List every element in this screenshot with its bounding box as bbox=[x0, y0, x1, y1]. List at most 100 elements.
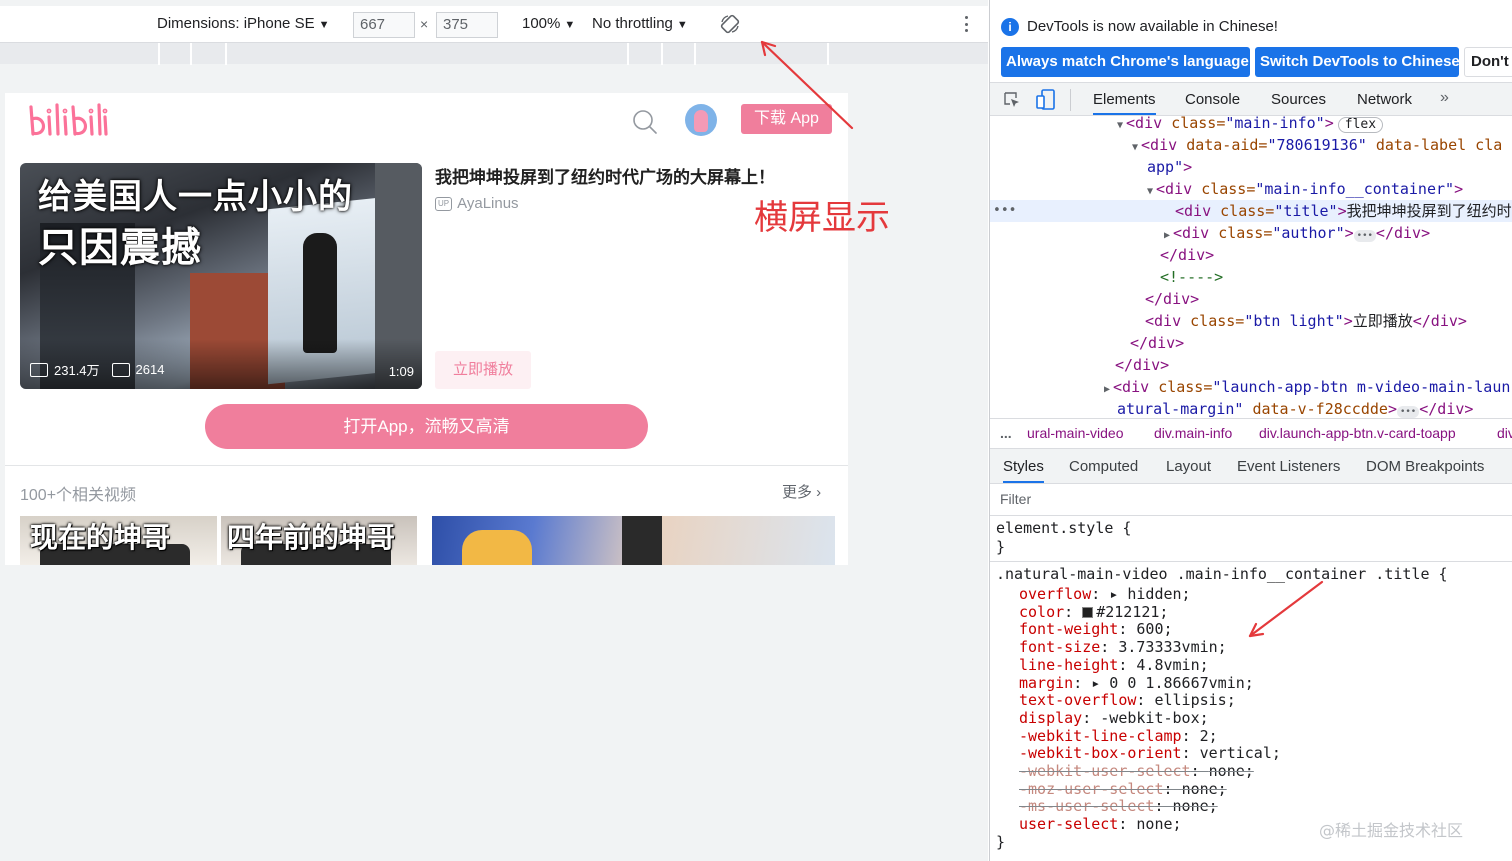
element-style-rule[interactable]: element.style { bbox=[996, 519, 1512, 537]
switch-to-chinese-button[interactable]: Switch DevTools to Chinese bbox=[1255, 47, 1460, 77]
related-video-thumbnail[interactable]: 四年前的坤哥 bbox=[221, 516, 417, 565]
throttling-select[interactable]: No throttling ▼ bbox=[592, 15, 688, 32]
css-declaration[interactable]: margin: ▸ 0 0 1.86667vmin; bbox=[1019, 674, 1512, 692]
related-video-thumbnail[interactable] bbox=[432, 516, 835, 565]
dom-node[interactable]: ▼ <div data-aid="780619136" data-label cl… bbox=[990, 134, 1512, 156]
color-swatch-icon[interactable] bbox=[1082, 606, 1094, 618]
css-property-value[interactable]: 2; bbox=[1200, 727, 1218, 745]
css-declaration[interactable]: text-overflow: ellipsis; bbox=[1019, 691, 1512, 709]
video-title[interactable]: 我把坤坤投屏到了纽约时代广场的大屏幕上！ bbox=[435, 163, 775, 188]
css-property-name[interactable]: overflow bbox=[1019, 585, 1091, 603]
more-link[interactable]: 更多 › bbox=[782, 481, 821, 502]
css-property-name[interactable]: -webkit-user-select bbox=[1019, 762, 1191, 780]
css-declaration[interactable]: -webkit-line-clamp: 2; bbox=[1019, 727, 1512, 745]
css-property-value[interactable]: 4.8vmin; bbox=[1136, 656, 1208, 674]
dom-node-close[interactable]: </div> bbox=[990, 354, 1512, 376]
play-now-button[interactable]: 立即播放 bbox=[435, 351, 531, 389]
open-app-button[interactable]: 打开App，流畅又高清 bbox=[205, 404, 648, 449]
zoom-select[interactable]: 100% ▼ bbox=[522, 15, 575, 32]
dom-node-close[interactable]: </div> bbox=[990, 332, 1512, 354]
css-property-name[interactable]: -webkit-box-orient bbox=[1019, 744, 1182, 762]
collapse-triangle-icon[interactable]: ▼ bbox=[1147, 186, 1153, 197]
css-property-value[interactable]: none; bbox=[1136, 815, 1181, 833]
css-property-value[interactable]: 600; bbox=[1136, 620, 1172, 638]
media-query-ruler[interactable] bbox=[0, 42, 988, 65]
collapse-triangle-icon[interactable]: ▼ bbox=[1132, 142, 1138, 153]
breadcrumb-item[interactable]: div.main-info bbox=[1154, 425, 1232, 441]
tab-console[interactable]: Console bbox=[1185, 91, 1240, 108]
download-app-button[interactable]: 下载 App bbox=[741, 104, 832, 134]
more-tabs-icon[interactable]: » bbox=[1440, 89, 1449, 107]
dom-node-selected[interactable]: ••• <div class="title">我把坤坤投屏到了纽约时 bbox=[990, 200, 1512, 222]
dom-node[interactable]: ▶ <div class="launch-app-btn m-video-main… bbox=[990, 376, 1512, 398]
tab-network[interactable]: Network bbox=[1357, 91, 1412, 108]
dom-node-close[interactable]: </div> bbox=[990, 288, 1512, 310]
video-thumbnail[interactable]: 给美国人一点小小的 只因震撼 231.4万 2614 1:09 bbox=[20, 163, 422, 389]
expand-triangle-icon[interactable]: ▶ bbox=[1164, 230, 1170, 241]
css-property-name[interactable]: font-weight bbox=[1019, 620, 1118, 638]
dom-node[interactable]: ▼ <div class="main-info"> flex bbox=[990, 116, 1512, 134]
css-declaration[interactable]: line-height: 4.8vmin; bbox=[1019, 656, 1512, 674]
dom-node-continuation[interactable]: app"> bbox=[990, 156, 1512, 178]
tab-elements[interactable]: Elements bbox=[1093, 91, 1156, 115]
css-property-value[interactable]: vertical; bbox=[1200, 744, 1281, 762]
css-declaration[interactable]: -webkit-box-orient: vertical; bbox=[1019, 744, 1512, 762]
dont-show-again-button[interactable]: Don't bbox=[1464, 47, 1512, 77]
rotate-icon[interactable] bbox=[720, 14, 740, 34]
css-property-value[interactable]: ▸ hidden; bbox=[1109, 585, 1190, 603]
dom-comment[interactable]: <!----> bbox=[990, 266, 1512, 288]
dom-node[interactable]: ▼ <div class="main-info__container"> bbox=[990, 178, 1512, 200]
css-property-name[interactable]: margin bbox=[1019, 674, 1073, 692]
css-declaration[interactable]: display: -webkit-box; bbox=[1019, 709, 1512, 727]
bilibili-logo[interactable] bbox=[27, 101, 109, 139]
tab-dom-breakpoints[interactable]: DOM Breakpoints bbox=[1366, 458, 1484, 475]
tab-layout[interactable]: Layout bbox=[1166, 458, 1211, 475]
css-declaration[interactable]: overflow: ▸ hidden; bbox=[1019, 585, 1512, 603]
always-match-language-button[interactable]: Always match Chrome's language bbox=[1001, 47, 1250, 77]
tab-computed[interactable]: Computed bbox=[1069, 458, 1138, 475]
breadcrumb-item[interactable]: div.launch-app-btn.v-card-toapp bbox=[1259, 425, 1456, 441]
css-declaration[interactable]: -webkit-user-select: none; bbox=[1019, 762, 1512, 780]
dom-node-continuation[interactable]: atural-margin" data-v-f28ccdde> ••• </div> bbox=[990, 398, 1512, 418]
collapsed-content-icon[interactable]: ••• bbox=[1353, 230, 1376, 242]
collapsed-content-icon[interactable]: ••• bbox=[1396, 406, 1420, 418]
dom-node-close[interactable]: </div> bbox=[990, 244, 1512, 266]
dom-node[interactable]: <div class="btn light">立即播放</div> bbox=[990, 310, 1512, 332]
css-declaration[interactable]: color: #212121; bbox=[1019, 603, 1512, 621]
tab-event-listeners[interactable]: Event Listeners bbox=[1237, 458, 1340, 475]
related-video-thumbnail[interactable]: 现在的坤哥 bbox=[20, 516, 217, 565]
css-property-name[interactable]: font-size bbox=[1019, 638, 1100, 656]
dom-node[interactable]: ▶ <div class="author"> ••• </div> bbox=[990, 222, 1512, 244]
height-input[interactable]: 375 bbox=[436, 12, 498, 38]
node-actions-icon[interactable]: ••• bbox=[993, 200, 1016, 222]
inspect-element-icon[interactable] bbox=[1003, 91, 1021, 109]
device-toggle-icon[interactable] bbox=[1036, 89, 1056, 111]
video-author[interactable]: UP AyaLinus bbox=[435, 195, 519, 212]
css-declaration[interactable]: -ms-user-select: none; bbox=[1019, 797, 1512, 815]
css-property-value[interactable]: none; bbox=[1182, 780, 1227, 798]
search-icon[interactable] bbox=[632, 109, 658, 135]
styles-filter-input[interactable]: Filter bbox=[990, 484, 1512, 516]
width-input[interactable]: 667 bbox=[353, 12, 415, 38]
collapse-triangle-icon[interactable]: ▼ bbox=[1117, 120, 1123, 131]
css-property-name[interactable]: display bbox=[1019, 709, 1082, 727]
css-property-value[interactable]: ▸ 0 0 1.86667vmin; bbox=[1091, 674, 1254, 692]
tab-styles[interactable]: Styles bbox=[1003, 458, 1044, 483]
css-declaration[interactable]: font-weight: 600; bbox=[1019, 620, 1512, 638]
expand-triangle-icon[interactable]: ▶ bbox=[1104, 384, 1110, 395]
device-select[interactable]: Dimensions: iPhone SE ▼ bbox=[157, 15, 329, 32]
css-property-name[interactable]: color bbox=[1019, 603, 1064, 621]
css-property-value[interactable]: -webkit-box; bbox=[1100, 709, 1208, 727]
css-property-name[interactable]: -ms-user-select bbox=[1019, 797, 1154, 815]
css-property-value[interactable]: #212121; bbox=[1096, 603, 1168, 621]
css-property-value[interactable]: none; bbox=[1173, 797, 1218, 815]
tab-sources[interactable]: Sources bbox=[1271, 91, 1326, 108]
breadcrumb-overflow[interactable]: ... bbox=[1000, 425, 1012, 441]
more-options-icon[interactable] bbox=[960, 14, 972, 34]
css-property-name[interactable]: line-height bbox=[1019, 656, 1118, 674]
css-property-value[interactable]: none; bbox=[1209, 762, 1254, 780]
avatar[interactable] bbox=[685, 104, 717, 136]
css-property-value[interactable]: 3.73333vmin; bbox=[1118, 638, 1226, 656]
css-property-name[interactable]: -moz-user-select bbox=[1019, 780, 1164, 798]
css-property-value[interactable]: ellipsis; bbox=[1154, 691, 1235, 709]
